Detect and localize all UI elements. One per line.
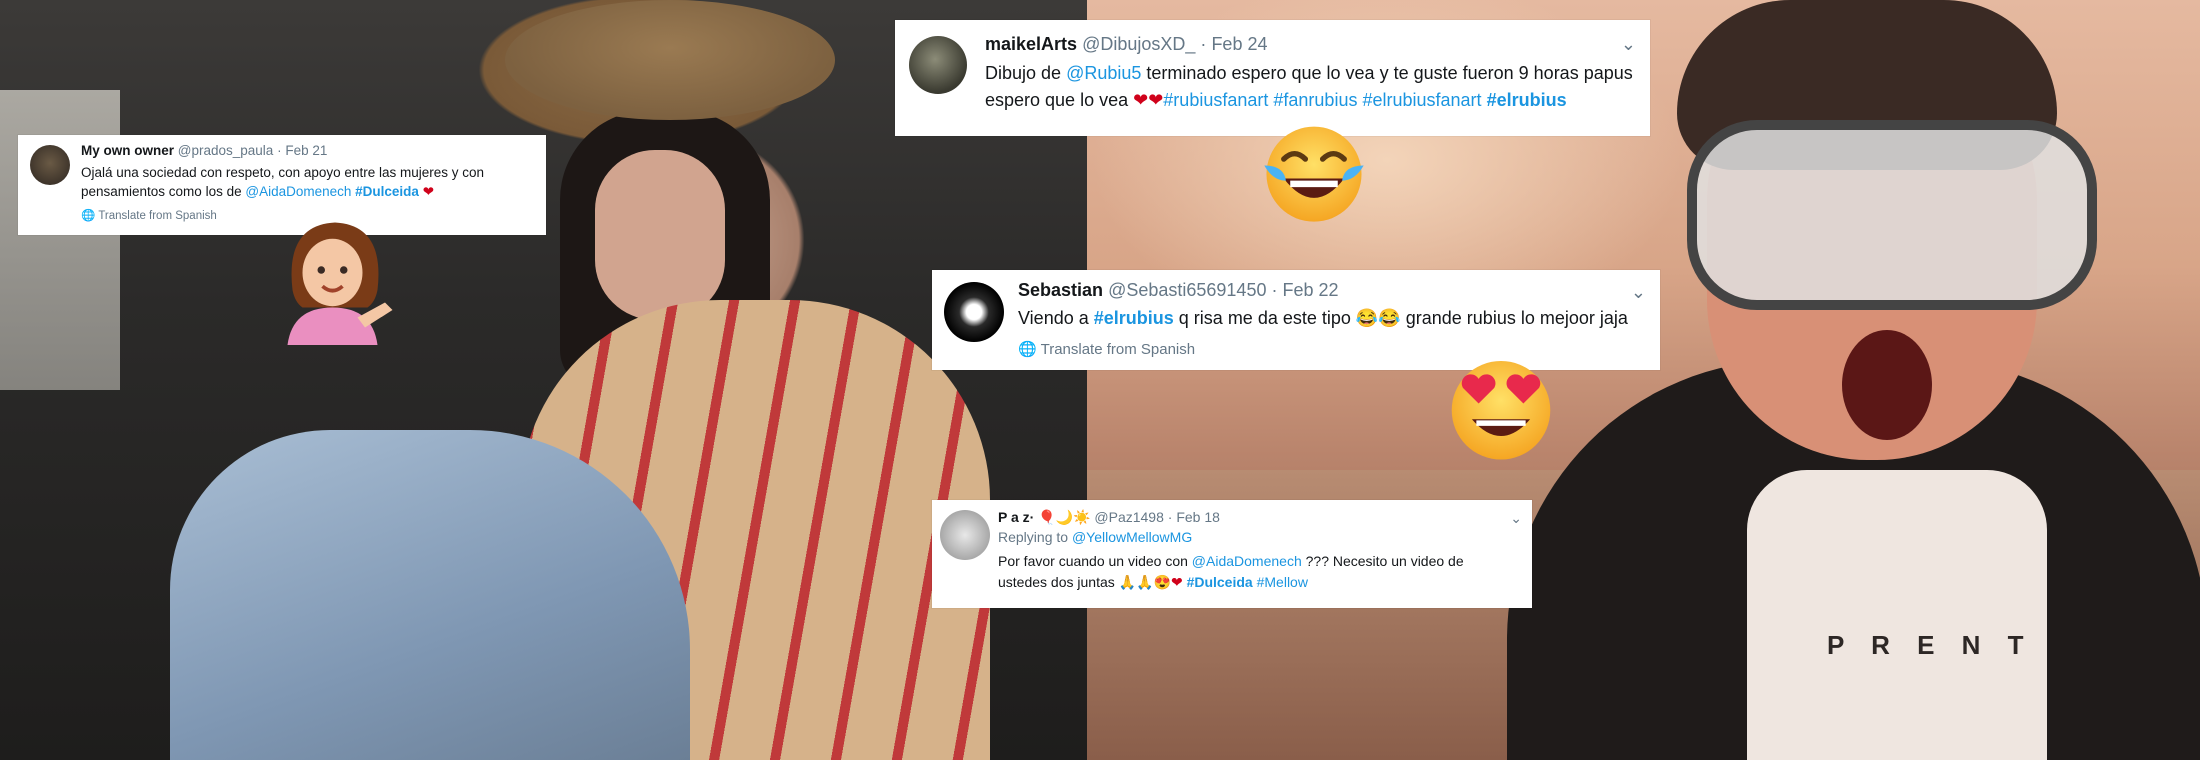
date[interactable]: Feb 22 (1283, 280, 1339, 300)
avatar[interactable] (30, 145, 70, 185)
tweet-text: Viendo a #elrubius q risa me da este tip… (1018, 306, 1648, 330)
display-name[interactable]: P a z· (998, 509, 1034, 525)
hat (505, 0, 835, 120)
tweet-text: Dibujo de @Rubiu5 terminado espero que l… (985, 60, 1635, 114)
text: grande rubius lo mejoor jaja (1405, 308, 1628, 328)
mention-link[interactable]: @AidaDomenech (1192, 553, 1302, 569)
hashtag-link[interactable]: #Dulceida (1187, 574, 1253, 590)
hashtag-link[interactable]: #elrubiusfanart (1362, 90, 1481, 110)
text: ??? Necesito un video de (1305, 553, 1464, 569)
replying-label: Replying to (998, 529, 1069, 545)
text: Dibujo de (985, 63, 1062, 83)
pray-heart-emoji-icons: 🙏🙏😍❤ (1118, 574, 1183, 590)
t-shirt (1747, 470, 2047, 760)
hashtag-link[interactable]: #fanrubius (1273, 90, 1357, 110)
tweet-header: P a z· 🎈🌙☀️ @Paz1498 · Feb 18 (998, 509, 1220, 526)
mention-link[interactable]: @Rubiu5 (1066, 63, 1141, 83)
display-name[interactable]: My own owner (81, 143, 174, 158)
name-emoji-icons: 🎈🌙☀️ (1038, 509, 1091, 525)
text: espero que lo vea (985, 90, 1129, 110)
translate-link[interactable]: 🌐 Translate from Spanish (81, 208, 217, 222)
tweet-header: Sebastian @Sebasti65691450 · Feb 22 (1018, 280, 1339, 301)
face (595, 150, 725, 320)
date[interactable]: Feb 24 (1211, 34, 1267, 54)
hashtag-link[interactable]: #elrubius (1094, 308, 1174, 328)
chevron-down-icon[interactable]: ⌄ (1621, 34, 1636, 55)
separator-dot: · (1271, 280, 1278, 300)
chevron-down-icon[interactable]: ⌄ (1510, 510, 1522, 527)
translate-label: Translate from Spanish (98, 210, 217, 222)
avatar[interactable] (944, 282, 1004, 342)
heart-emoji-icon: ❤❤ (1133, 90, 1164, 110)
display-name[interactable]: maikelArts (985, 34, 1077, 54)
globe-icon: 🌐 (1018, 341, 1037, 358)
replying-to: Replying to @YellowMellowMG (998, 529, 1192, 545)
separator-dot: · (1167, 509, 1173, 525)
information-desk-person-emoji-icon (287, 222, 393, 345)
text: Ojalá una sociedad con respeto, con apoy… (81, 165, 484, 180)
tweet-header: My own owner @prados_paula · Feb 21 (81, 143, 327, 158)
text: ustedes dos juntas (998, 574, 1115, 590)
handle[interactable]: @Paz1498 (1094, 509, 1163, 525)
tweet-header: maikelArts @DibujosXD_ · Feb 24 (985, 34, 1267, 55)
heart-emoji-icon: ❤ (422, 184, 434, 199)
display-name[interactable]: Sebastian (1018, 280, 1103, 300)
tears-of-joy-emoji-icon (1264, 126, 1364, 222)
reply-mention-link[interactable]: @YellowMellowMG (1072, 529, 1192, 545)
text: Por favor cuando un video con (998, 553, 1188, 569)
text: pensamientos como los de (81, 184, 242, 199)
translate-link[interactable]: 🌐 Translate from Spanish (1018, 340, 1195, 358)
tweet-text: Ojalá una sociedad con respeto, con apoy… (81, 163, 531, 201)
laughing-emoji-icon: 😂😂 (1355, 308, 1401, 328)
text: terminado espero que lo vea y te guste f… (1146, 63, 1633, 83)
hashtag-link[interactable]: #Dulceida (355, 184, 419, 199)
handle[interactable]: @Sebasti65691450 (1108, 280, 1266, 300)
translate-label: Translate from Spanish (1040, 341, 1196, 358)
handle[interactable]: @prados_paula (178, 143, 274, 158)
separator-dot: · (277, 143, 282, 158)
shirt-print: P R E N T (1827, 630, 2034, 660)
date[interactable]: Feb 18 (1176, 509, 1220, 525)
goggles (1687, 120, 2097, 310)
mention-link[interactable]: @AidaDomenech (245, 184, 351, 199)
handle[interactable]: @DibujosXD_ (1082, 34, 1195, 54)
hashtag-link[interactable]: #Mellow (1257, 574, 1308, 590)
hashtag-link[interactable]: #elrubius (1487, 90, 1567, 110)
tweet-text: Por favor cuando un video con @AidaDomen… (998, 551, 1518, 593)
avatar[interactable] (940, 510, 990, 560)
text: Viendo a (1018, 308, 1089, 328)
globe-icon: 🌐 (81, 210, 96, 222)
avatar[interactable] (909, 36, 967, 94)
heart-eyes-emoji-icon (1451, 360, 1551, 460)
separator-dot: · (1200, 34, 1207, 54)
hashtag-link[interactable]: #rubiusfanart (1163, 90, 1268, 110)
chevron-down-icon[interactable]: ⌄ (1631, 282, 1646, 303)
tweet-card[interactable]: P a z· 🎈🌙☀️ @Paz1498 · Feb 18 ⌄ Replying… (932, 500, 1532, 608)
text: q risa me da este tipo (1178, 308, 1351, 328)
date[interactable]: Feb 21 (285, 143, 327, 158)
open-mouth (1842, 330, 1932, 440)
